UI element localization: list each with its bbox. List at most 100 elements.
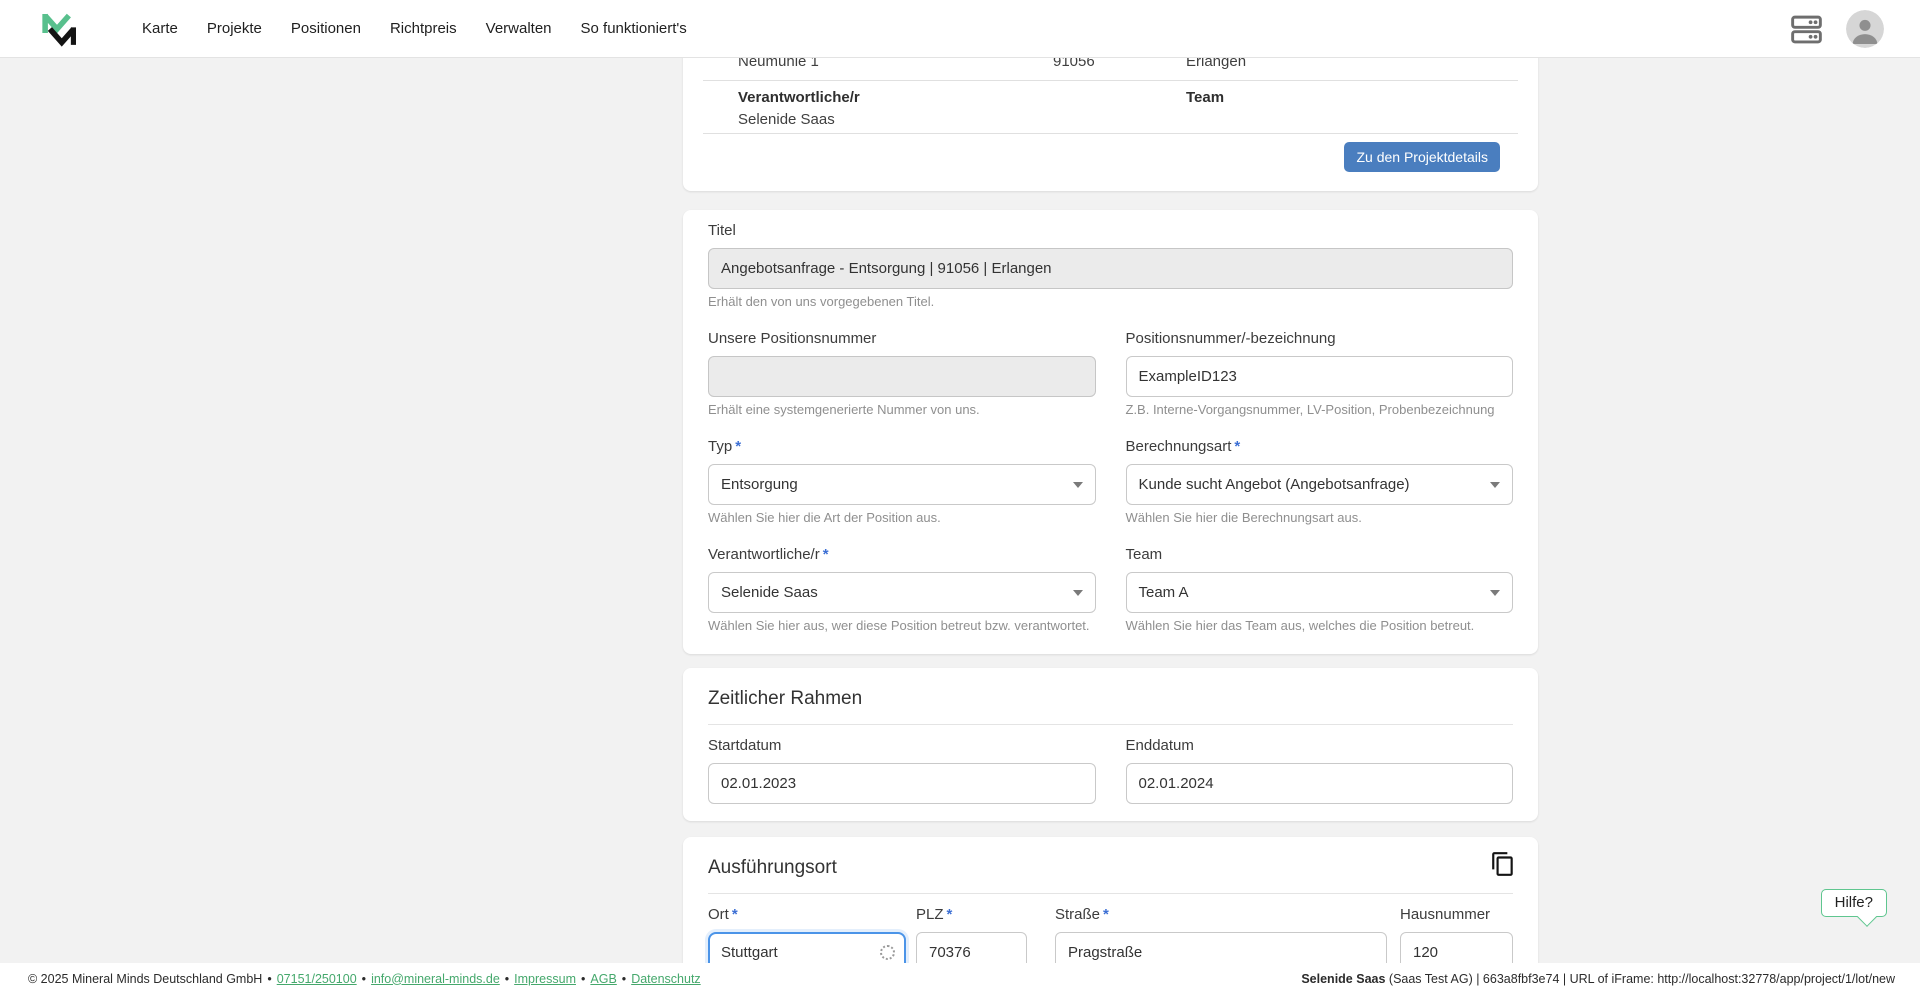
field-verantwortlicher: Verantwortliche/r* Selenide Saas Wählen … bbox=[708, 546, 1096, 634]
nav-item-positionen[interactable]: Positionen bbox=[291, 20, 361, 37]
plz-label: PLZ* bbox=[916, 906, 1027, 924]
responsible-label: Verantwortliche/r bbox=[738, 89, 860, 107]
ort-label: Ort* bbox=[708, 906, 906, 924]
field-berechnungsart: Berechnungsart* Kunde sucht Angebot (Ang… bbox=[1126, 438, 1514, 526]
position-number-helper: Z.B. Interne-Vorgangsnummer, LV-Position… bbox=[1126, 402, 1514, 418]
field-our-number: Unsere Positionsnummer Erhält eine syste… bbox=[708, 330, 1096, 418]
footer-agb-link[interactable]: AGB bbox=[590, 972, 616, 986]
team-select-value: Team A bbox=[1139, 584, 1189, 601]
divider bbox=[708, 893, 1513, 894]
field-team: Team Team A Wählen Sie hier das Team aus… bbox=[1126, 546, 1514, 634]
brand-logo[interactable] bbox=[38, 9, 78, 49]
verantwortlicher-select-value: Selenide Saas bbox=[721, 584, 818, 601]
enddatum-label: Enddatum bbox=[1126, 737, 1514, 755]
footer-session-info: (Saas Test AG) | 663a8fbf3e74 | URL of i… bbox=[1389, 972, 1895, 986]
footer-email-link[interactable]: info@mineral-minds.de bbox=[371, 972, 500, 986]
navbar-right bbox=[1789, 0, 1884, 58]
berechnungsart-helper: Wählen Sie hier die Berechnungsart aus. bbox=[1126, 510, 1514, 526]
field-position-number: Positionsnummer/-bezeichnung Z.B. Intern… bbox=[1126, 330, 1514, 418]
server-icon bbox=[1789, 12, 1824, 47]
copy-address-button[interactable] bbox=[1490, 851, 1516, 880]
titel-input bbox=[708, 248, 1513, 289]
required-mark: * bbox=[947, 906, 953, 923]
nav-item-verwalten[interactable]: Verwalten bbox=[486, 20, 552, 37]
project-details-button[interactable]: Zu den Projektdetails bbox=[1344, 142, 1500, 172]
responsible-value: Selenide Saas bbox=[738, 111, 835, 129]
nav-item-karte[interactable]: Karte bbox=[142, 20, 178, 37]
chevron-down-icon bbox=[1490, 482, 1500, 488]
required-mark: * bbox=[735, 438, 741, 455]
field-titel: Titel Erhält den von uns vorgegebenen Ti… bbox=[708, 222, 1513, 310]
footer-separator: • bbox=[622, 972, 626, 986]
nav-links: Karte Projekte Positionen Richtpreis Ver… bbox=[142, 20, 687, 37]
footer-separator: • bbox=[267, 972, 271, 986]
required-mark: * bbox=[1103, 906, 1109, 923]
titel-label: Titel bbox=[708, 222, 1513, 240]
nav-item-richtpreis[interactable]: Richtpreis bbox=[390, 20, 457, 37]
footer-impressum-link[interactable]: Impressum bbox=[514, 972, 576, 986]
app-root: Karte Projekte Positionen Richtpreis Ver… bbox=[0, 0, 1920, 994]
footer-separator: • bbox=[581, 972, 585, 986]
field-typ: Typ* Entsorgung Wählen Sie hier die Art … bbox=[708, 438, 1096, 526]
typ-select-value: Entsorgung bbox=[721, 476, 798, 493]
execution-location-title: Ausführungsort bbox=[708, 857, 1513, 879]
divider bbox=[703, 133, 1518, 134]
field-startdatum: Startdatum bbox=[708, 737, 1096, 804]
team-label: Team bbox=[1186, 89, 1224, 107]
position-number-input[interactable] bbox=[1126, 356, 1514, 397]
nav-item-so-funktionierts[interactable]: So funktioniert's bbox=[581, 20, 687, 37]
chevron-down-icon bbox=[1490, 590, 1500, 596]
timeframe-card: Zeitlicher Rahmen Startdatum Enddatum bbox=[683, 668, 1538, 821]
typ-helper: Wählen Sie hier die Art der Position aus… bbox=[708, 510, 1096, 526]
footer-right: Selenide Saas (Saas Test AG) | 663a8fbf3… bbox=[1301, 972, 1895, 986]
user-menu-button[interactable] bbox=[1846, 10, 1884, 48]
avatar-icon bbox=[1846, 10, 1884, 48]
server-icon-button[interactable] bbox=[1789, 12, 1824, 47]
verantwortlicher-select[interactable]: Selenide Saas bbox=[708, 572, 1096, 613]
titel-helper: Erhält den von uns vorgegebenen Titel. bbox=[708, 294, 1513, 310]
berechnungsart-label: Berechnungsart* bbox=[1126, 438, 1514, 456]
divider bbox=[708, 724, 1513, 725]
field-enddatum: Enddatum bbox=[1126, 737, 1514, 804]
verantwortlicher-helper: Wählen Sie hier aus, wer diese Position … bbox=[708, 618, 1096, 634]
team-select-label: Team bbox=[1126, 546, 1514, 564]
startdatum-input[interactable] bbox=[708, 763, 1096, 804]
team-select[interactable]: Team A bbox=[1126, 572, 1514, 613]
footer-separator: • bbox=[505, 972, 509, 986]
typ-select[interactable]: Entsorgung bbox=[708, 464, 1096, 505]
hausnummer-label: Hausnummer bbox=[1400, 906, 1513, 924]
required-mark: * bbox=[732, 906, 738, 923]
startdatum-label: Startdatum bbox=[708, 737, 1096, 755]
chevron-down-icon bbox=[1073, 590, 1083, 596]
typ-label: Typ* bbox=[708, 438, 1096, 456]
nav-item-projekte[interactable]: Projekte bbox=[207, 20, 262, 37]
position-form-card: Titel Erhält den von uns vorgegebenen Ti… bbox=[683, 210, 1538, 654]
help-button[interactable]: Hilfe? bbox=[1821, 889, 1887, 917]
required-mark: * bbox=[823, 546, 829, 563]
footer-copyright: © 2025 Mineral Minds Deutschland GmbH bbox=[28, 972, 262, 986]
strasse-label: Straße* bbox=[1055, 906, 1387, 924]
berechnungsart-select[interactable]: Kunde sucht Angebot (Angebotsanfrage) bbox=[1126, 464, 1514, 505]
timeframe-title: Zeitlicher Rahmen bbox=[708, 688, 1513, 710]
our-number-input bbox=[708, 356, 1096, 397]
logo-mm-check-icon bbox=[38, 10, 76, 48]
team-helper: Wählen Sie hier das Team aus, welches di… bbox=[1126, 618, 1514, 634]
footer-datenschutz-link[interactable]: Datenschutz bbox=[631, 972, 700, 986]
divider bbox=[703, 80, 1518, 81]
chevron-down-icon bbox=[1073, 482, 1083, 488]
our-number-label: Unsere Positionsnummer bbox=[708, 330, 1096, 348]
footer-separator: • bbox=[362, 972, 366, 986]
copy-icon bbox=[1490, 851, 1516, 877]
verantwortlicher-label: Verantwortliche/r* bbox=[708, 546, 1096, 564]
enddatum-input[interactable] bbox=[1126, 763, 1514, 804]
footer-left: © 2025 Mineral Minds Deutschland GmbH • 07… bbox=[28, 972, 701, 986]
position-number-label: Positionsnummer/-bezeichnung bbox=[1126, 330, 1514, 348]
footer-phone-link[interactable]: 07151/250100 bbox=[277, 972, 357, 986]
required-mark: * bbox=[1234, 438, 1240, 455]
footer: © 2025 Mineral Minds Deutschland GmbH • 07… bbox=[0, 963, 1920, 994]
spinner-icon bbox=[880, 945, 895, 960]
footer-user-name: Selenide Saas bbox=[1301, 972, 1385, 986]
berechnungsart-select-value: Kunde sucht Angebot (Angebotsanfrage) bbox=[1139, 476, 1410, 493]
our-number-helper: Erhält eine systemgenerierte Nummer von … bbox=[708, 402, 1096, 418]
top-navbar: Karte Projekte Positionen Richtpreis Ver… bbox=[0, 0, 1920, 58]
